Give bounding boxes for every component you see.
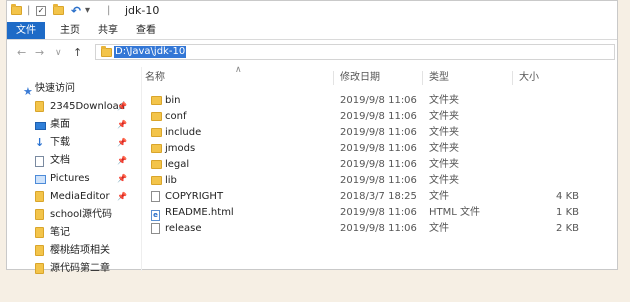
pane-divider[interactable] [141,67,142,271]
file-type: 文件 [429,223,449,234]
folder-icon [35,245,44,261]
tab-file[interactable]: 文件 [7,22,45,39]
folder-icon [35,101,44,117]
pin-icon: 📌 [117,156,127,165]
file-date: 2019/9/8 11:06 [340,175,417,186]
separator: | [27,5,31,16]
file-type: 文件 [429,191,449,202]
pin-icon: 📌 [117,102,127,111]
sidebar-item-2345download[interactable]: 2345Download 📌 [7,99,137,114]
file-name: release [165,223,202,234]
file-row[interactable]: include 2019/9/8 11:06 文件夹 [145,125,585,141]
customize-toolbar-chevron-icon[interactable]: ▾ [85,4,90,17]
file-name: bin [165,95,181,106]
title-bar: | ✓ ↶ ▾ | jdk-10 [7,1,617,21]
sidebar-item-cherry-project[interactable]: 樱桃结项相关 [7,243,137,258]
explorer-window: | ✓ ↶ ▾ | jdk-10 文件 主页 共享 查看 ← → ∨ ↑ D:\… [6,0,618,274]
file-row[interactable]: e README.html 2019/9/8 11:06 HTML 文件 1 K… [145,205,585,221]
file-date: 2019/9/8 11:06 [340,143,417,154]
file-size: 4 KB [556,191,579,202]
navigation-pane: ★ 快速访问 2345Download 📌 桌面 📌 ↓ 下载 📌 文档 📌 P… [7,67,141,274]
pin-icon: 📌 [117,120,127,129]
file-date: 2019/9/8 11:06 [340,111,417,122]
sidebar-item-documents[interactable]: 文档 📌 [7,153,137,168]
file-name: README.html [165,207,234,218]
column-type[interactable]: 类型 [422,71,509,85]
file-type: 文件夹 [429,175,459,186]
pictures-icon [35,174,46,189]
file-row[interactable]: release 2019/9/8 11:06 文件 2 KB [145,221,585,237]
folder-icon [35,191,44,207]
file-type: HTML 文件 [429,207,481,218]
file-name: conf [165,111,187,122]
address-path[interactable]: D:\Java\jdk-10 [114,46,187,58]
address-row: ← → ∨ ↑ D:\Java\jdk-10 [7,41,617,63]
back-arrow-icon[interactable]: ← [17,46,26,59]
tab-share[interactable]: 共享 [93,22,123,39]
file-type: 文件夹 [429,159,459,170]
star-icon: ★ [23,85,33,98]
file-size: 1 KB [556,207,579,218]
file-row[interactable]: COPYRIGHT 2018/3/7 18:25 文件 4 KB [145,189,585,205]
folder-icon [35,263,44,279]
column-size[interactable]: 大小 [512,71,589,85]
sidebar-item-school-source[interactable]: school源代码 [7,207,137,222]
quick-access[interactable]: ★ 快速访问 [7,81,137,98]
file-name: include [165,127,202,138]
sidebar-item-source-chapter2[interactable]: 源代码第二章 [7,261,137,276]
tab-view[interactable]: 查看 [131,22,161,39]
folder-icon [35,209,44,225]
file-type: 文件夹 [429,95,459,106]
recent-locations-chevron-icon[interactable]: ∨ [55,48,62,58]
sidebar-item-desktop[interactable]: 桌面 📌 [7,117,137,132]
forward-arrow-icon[interactable]: → [35,46,44,59]
file-date: 2019/9/8 11:06 [340,223,417,234]
pin-icon: 📌 [117,174,127,183]
file-date: 2019/9/8 11:06 [340,95,417,106]
file-name: legal [165,159,190,170]
file-icon [151,223,160,240]
file-row[interactable]: conf 2019/9/8 11:06 文件夹 [145,109,585,125]
file-type: 文件夹 [429,143,459,154]
file-type: 文件夹 [429,127,459,138]
sidebar-item-pictures[interactable]: Pictures 📌 [7,171,137,186]
file-row[interactable]: lib 2019/9/8 11:06 文件夹 [145,173,585,189]
up-arrow-icon[interactable]: ↑ [73,46,82,59]
column-date-modified[interactable]: 修改日期 [333,71,420,85]
properties-check-icon[interactable]: ✓ [36,4,46,17]
column-name[interactable]: 名称 [145,71,335,85]
folder-icon [11,4,22,17]
file-name: COPYRIGHT [165,191,224,202]
window-title: jdk-10 [125,4,160,17]
file-date: 2018/3/7 18:25 [340,191,417,202]
folder-icon [101,46,112,60]
tab-home[interactable]: 主页 [55,22,85,39]
pin-icon: 📌 [117,138,127,147]
address-bar[interactable]: D:\Java\jdk-10 [95,44,615,60]
file-size: 2 KB [556,223,579,234]
file-name: jmods [165,143,196,154]
document-icon [35,156,44,172]
file-date: 2019/9/8 11:06 [340,159,417,170]
file-type: 文件夹 [429,111,459,122]
ribbon: 文件 主页 共享 查看 [7,22,617,40]
file-row[interactable]: jmods 2019/9/8 11:06 文件夹 [145,141,585,157]
new-folder-icon[interactable] [53,4,64,17]
pin-icon: 📌 [117,192,127,201]
separator: | [107,5,111,16]
file-date: 2019/9/8 11:06 [340,207,417,218]
download-icon: ↓ [35,136,45,149]
sidebar-item-downloads[interactable]: ↓ 下载 📌 [7,135,137,150]
undo-icon[interactable]: ↶ [71,4,81,18]
desktop-icon [35,120,46,135]
file-date: 2019/9/8 11:06 [340,127,417,138]
sidebar-item-notes[interactable]: 笔记 [7,225,137,240]
sidebar-item-mediaeditor[interactable]: MediaEditor 📌 [7,189,137,204]
folder-icon [35,227,44,243]
file-name: lib [165,175,177,186]
file-row[interactable]: bin 2019/9/8 11:06 文件夹 [145,93,585,109]
file-row[interactable]: legal 2019/9/8 11:06 文件夹 [145,157,585,173]
